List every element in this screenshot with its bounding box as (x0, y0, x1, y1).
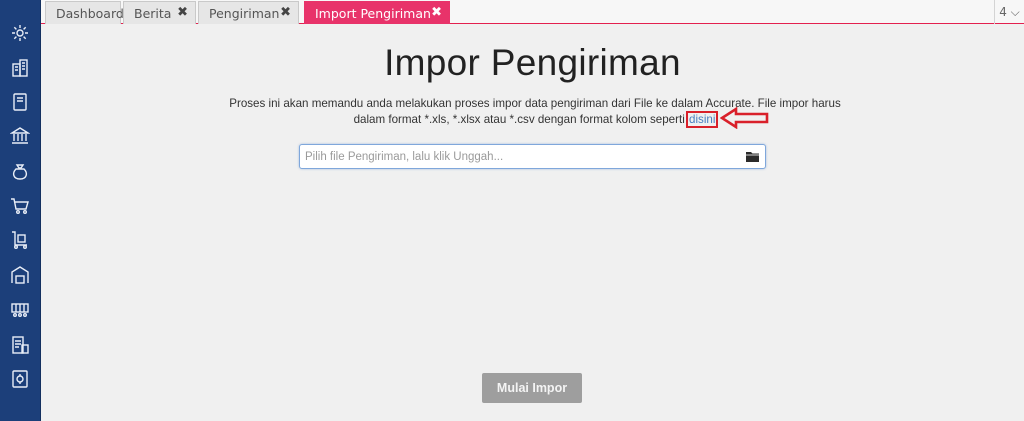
bank-icon[interactable] (9, 125, 31, 147)
tab-bar: Dashboard Berita ✖ Pengiriman ✖ Import P… (41, 0, 1024, 24)
folder-icon[interactable] (745, 150, 760, 163)
gear-icon[interactable] (9, 22, 31, 44)
conveyor-icon[interactable] (9, 299, 31, 321)
tab-label: Dashboard (56, 5, 124, 21)
tab-count-dropdown[interactable]: 4 ⌵ (994, 0, 1024, 24)
settings-report-icon[interactable] (9, 368, 31, 390)
warehouse-icon[interactable] (9, 264, 31, 286)
file-input[interactable]: Pilih file Pengiriman, lalu klik Unggah.… (299, 144, 766, 169)
tab-berita[interactable]: Berita ✖ (123, 1, 196, 24)
tax-report-icon[interactable] (9, 334, 31, 356)
tab-label: Berita (134, 5, 172, 21)
file-input-placeholder: Pilih file Pengiriman, lalu klik Unggah.… (305, 150, 504, 163)
tab-dashboard[interactable]: Dashboard (45, 1, 124, 24)
template-link[interactable]: disini (685, 111, 719, 128)
close-icon[interactable]: ✖ (177, 5, 188, 20)
close-icon[interactable]: ✖ (431, 5, 442, 20)
tab-import-pengiriman[interactable]: Import Pengiriman ✖ (304, 1, 450, 24)
cart-icon[interactable] (9, 195, 31, 217)
book-icon[interactable] (9, 91, 31, 113)
close-icon[interactable]: ✖ (280, 5, 291, 20)
building-icon[interactable] (9, 57, 31, 79)
tab-pengiriman[interactable]: Pengiriman ✖ (198, 1, 299, 24)
annotation-arrow-icon (720, 107, 769, 129)
start-import-button[interactable]: Mulai Impor (482, 373, 582, 403)
tab-label: Import Pengiriman (315, 5, 431, 21)
tab-label: Pengiriman (209, 5, 280, 21)
money-bag-icon[interactable] (9, 160, 31, 182)
sidebar (0, 0, 41, 421)
page-title: Impor Pengiriman (384, 42, 681, 83)
trolley-icon[interactable] (9, 229, 31, 251)
